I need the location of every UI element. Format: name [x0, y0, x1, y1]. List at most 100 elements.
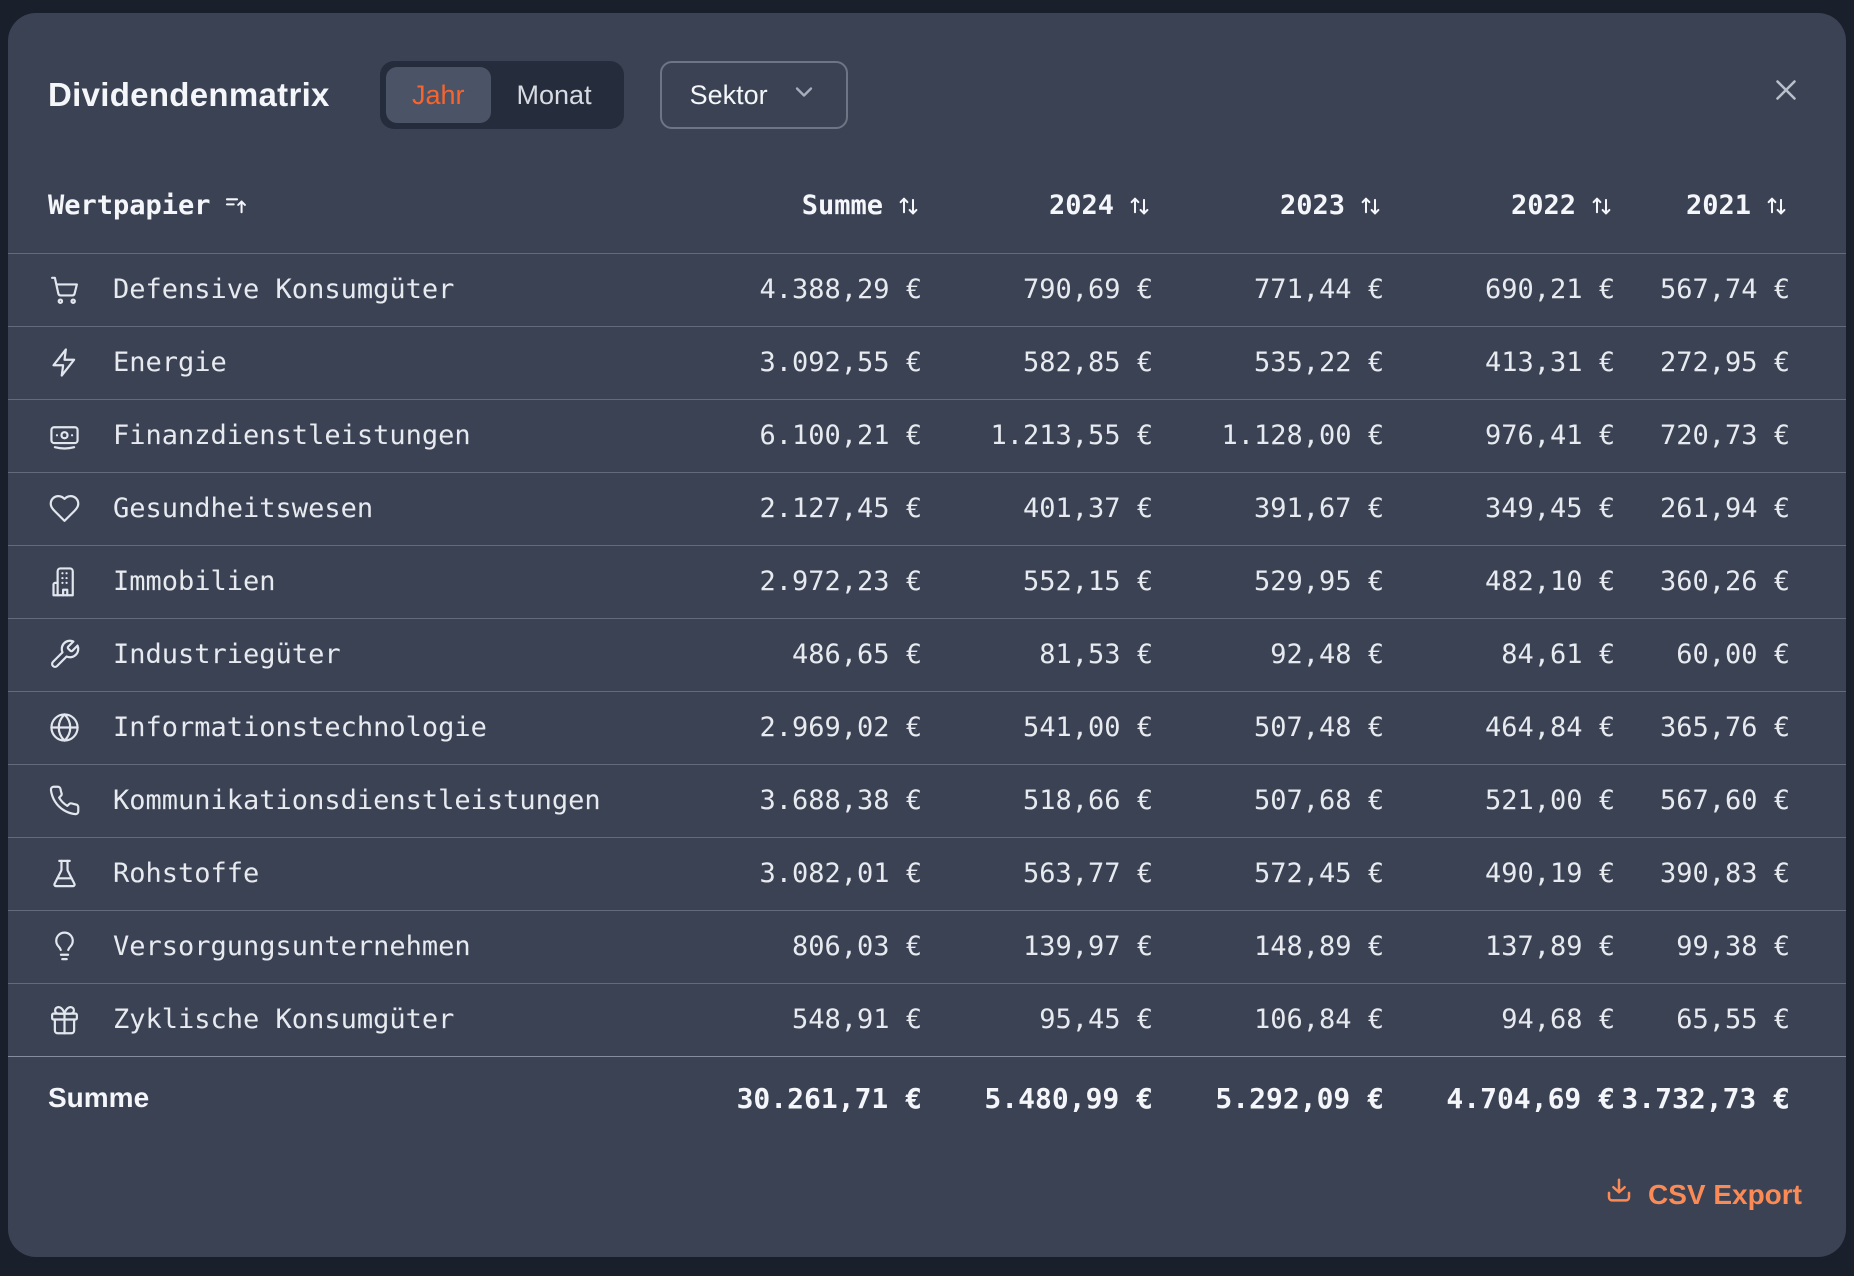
dividend-table: Wertpapier Summe 2024 2023 2022 2021 [8, 163, 1846, 1140]
cell-2023: 507,68 € [1153, 764, 1384, 837]
cell-2024: 81,53 € [922, 618, 1153, 691]
cell-2023: 106,84 € [1153, 983, 1384, 1056]
sector-label: Kommunikationsdienstleistungen [113, 785, 601, 816]
cell-2021: 261,94 € [1615, 472, 1846, 545]
cell-summe: 2.969,02 € [691, 691, 922, 764]
phone-icon [48, 784, 81, 817]
column-header-wertpapier[interactable]: Wertpapier [8, 163, 691, 253]
total-2023: 5.292,09 € [1153, 1056, 1384, 1140]
cell-2023: 92,48 € [1153, 618, 1384, 691]
table-row: Energie 3.092,55 € 582,85 € 535,22 € 413… [8, 326, 1846, 399]
globe-icon [48, 711, 81, 744]
total-2022: 4.704,69 € [1384, 1056, 1615, 1140]
cell-2023: 771,44 € [1153, 253, 1384, 326]
sort-arrows-icon [1126, 192, 1153, 226]
column-header-2023[interactable]: 2023 [1153, 163, 1384, 253]
cell-2022: 413,31 € [1384, 326, 1615, 399]
table-row: Industriegüter 486,65 € 81,53 € 92,48 € … [8, 618, 1846, 691]
chevron-down-icon [790, 78, 818, 113]
cell-2023: 507,48 € [1153, 691, 1384, 764]
cell-2024: 541,00 € [922, 691, 1153, 764]
cell-2024: 790,69 € [922, 253, 1153, 326]
cell-2023: 529,95 € [1153, 545, 1384, 618]
cell-2022: 349,45 € [1384, 472, 1615, 545]
column-header-label: 2024 [1049, 190, 1114, 221]
cell-2021: 390,83 € [1615, 837, 1846, 910]
column-header-2024[interactable]: 2024 [922, 163, 1153, 253]
cell-2021: 365,76 € [1615, 691, 1846, 764]
cell-2024: 518,66 € [922, 764, 1153, 837]
tools-icon [48, 638, 81, 671]
lightbulb-icon [48, 930, 81, 963]
cell-2023: 1.128,00 € [1153, 399, 1384, 472]
cell-summe: 806,03 € [691, 910, 922, 983]
sector-label: Energie [113, 347, 227, 378]
cell-summe: 3.688,38 € [691, 764, 922, 837]
column-header-label: 2022 [1511, 190, 1576, 221]
cell-2022: 84,61 € [1384, 618, 1615, 691]
cell-2021: 360,26 € [1615, 545, 1846, 618]
cell-2021: 65,55 € [1615, 983, 1846, 1056]
cell-summe: 3.092,55 € [691, 326, 922, 399]
table-header-row: Wertpapier Summe 2024 2023 2022 2021 [8, 163, 1846, 253]
csv-export-label: CSV Export [1648, 1179, 1802, 1211]
cell-summe: 3.082,01 € [691, 837, 922, 910]
table-row: Kommunikationsdienstleistungen 3.688,38 … [8, 764, 1846, 837]
cell-2024: 139,97 € [922, 910, 1153, 983]
column-header-2022[interactable]: 2022 [1384, 163, 1615, 253]
cell-2024: 552,15 € [922, 545, 1153, 618]
toggle-jahr-button[interactable]: Jahr [386, 67, 491, 123]
download-icon [1604, 1176, 1634, 1213]
sort-arrows-icon [1588, 192, 1615, 226]
column-header-2021[interactable]: 2021 [1615, 163, 1846, 253]
page-title: Dividendenmatrix [48, 76, 380, 114]
sektor-dropdown[interactable]: Sektor [660, 61, 848, 129]
cell-2023: 535,22 € [1153, 326, 1384, 399]
cell-2021: 60,00 € [1615, 618, 1846, 691]
sector-label: Versorgungsunternehmen [113, 931, 471, 962]
table-row: Immobilien 2.972,23 € 552,15 € 529,95 € … [8, 545, 1846, 618]
cell-2024: 95,45 € [922, 983, 1153, 1056]
shopping-cart-icon [48, 273, 81, 306]
gift-icon [48, 1003, 81, 1036]
column-header-summe[interactable]: Summe [691, 163, 922, 253]
cell-summe: 2.972,23 € [691, 545, 922, 618]
cell-2022: 137,89 € [1384, 910, 1615, 983]
toggle-monat-button[interactable]: Monat [491, 67, 618, 123]
cell-2022: 490,19 € [1384, 837, 1615, 910]
table-row: Zyklische Konsumgüter 548,91 € 95,45 € 1… [8, 983, 1846, 1056]
sort-arrows-icon [895, 192, 922, 226]
total-row: Summe 30.261,71 € 5.480,99 € 5.292,09 € … [8, 1056, 1846, 1140]
table-row: Finanzdienstleistungen 6.100,21 € 1.213,… [8, 399, 1846, 472]
cell-2024: 563,77 € [922, 837, 1153, 910]
close-button[interactable] [1766, 71, 1806, 111]
heart-icon [48, 492, 81, 525]
sector-label: Zyklische Konsumgüter [113, 1004, 454, 1035]
cell-2023: 572,45 € [1153, 837, 1384, 910]
cell-2022: 521,00 € [1384, 764, 1615, 837]
cell-summe: 4.388,29 € [691, 253, 922, 326]
zap-icon [48, 346, 81, 379]
column-header-label: 2023 [1280, 190, 1345, 221]
cell-2024: 582,85 € [922, 326, 1153, 399]
cell-2021: 99,38 € [1615, 910, 1846, 983]
cell-2021: 567,74 € [1615, 253, 1846, 326]
sort-arrows-icon [1357, 192, 1384, 226]
cell-summe: 2.127,45 € [691, 472, 922, 545]
cell-2022: 94,68 € [1384, 983, 1615, 1056]
sector-label: Defensive Konsumgüter [113, 274, 454, 305]
cell-2021: 272,95 € [1615, 326, 1846, 399]
sektor-dropdown-label: Sektor [690, 80, 768, 111]
csv-export-button[interactable]: CSV Export [1604, 1176, 1802, 1213]
sector-label: Immobilien [113, 566, 276, 597]
period-toggle: Jahr Monat [380, 61, 624, 129]
sector-label: Rohstoffe [113, 858, 259, 889]
total-2024: 5.480,99 € [922, 1056, 1153, 1140]
cell-2022: 464,84 € [1384, 691, 1615, 764]
cell-2022: 976,41 € [1384, 399, 1615, 472]
cell-summe: 548,91 € [691, 983, 922, 1056]
table-row: Versorgungsunternehmen 806,03 € 139,97 €… [8, 910, 1846, 983]
modal-header: Dividendenmatrix Jahr Monat Sektor [48, 61, 1802, 129]
cell-2022: 690,21 € [1384, 253, 1615, 326]
column-header-label: 2021 [1686, 190, 1751, 221]
